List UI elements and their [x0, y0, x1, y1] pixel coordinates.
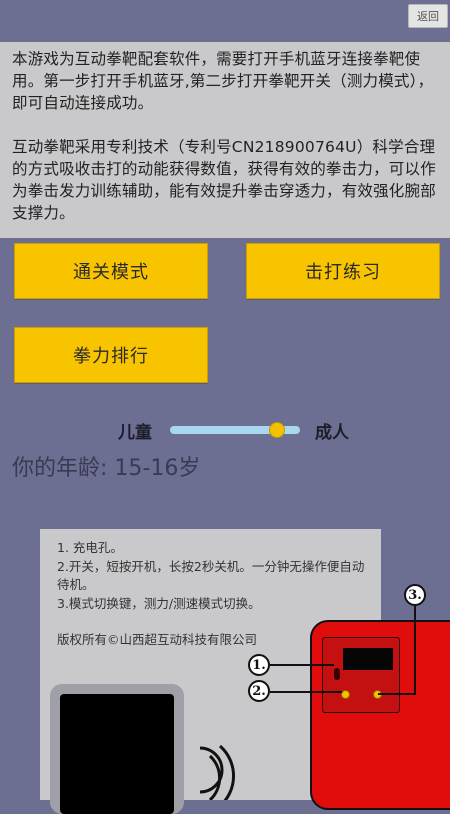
intro-paragraph-connection: 本游戏为互动拳靶配套软件，需要打开手机蓝牙连接拳靶使用。第一步打开手机蓝牙,第二… [12, 50, 434, 112]
callout-3-badge: 3. [404, 584, 426, 606]
intro-paragraph-patent: 互动拳靶采用专利技术（专利号CN218900764U）科学合理的方式吸收击打的动… [12, 138, 436, 222]
callout-line-1 [270, 664, 334, 666]
callout-1-badge: 1. [248, 654, 270, 676]
phone-screen [60, 694, 174, 814]
oled-display-icon [343, 648, 393, 670]
age-slider-thumb[interactable] [268, 422, 285, 438]
callout-line-3b [378, 693, 416, 695]
back-button[interactable]: 返回 [408, 4, 448, 28]
slider-max-label: 成人 [315, 423, 349, 443]
instruction-charging-port: 1. 充电孔。 [57, 540, 123, 555]
instruction-mode-key: 3.模式切换键，测力/测速模式切换。 [57, 595, 261, 611]
slider-min-label: 儿童 [118, 423, 152, 443]
callout-2-badge: 2. [248, 680, 270, 702]
practice-button[interactable]: 击打练习 [246, 243, 440, 299]
age-display: 你的年龄: 15-16岁 [12, 456, 201, 481]
callout-line-2 [270, 691, 342, 693]
power-switch-icon [341, 690, 350, 699]
bluetooth-signal-icon [199, 744, 235, 800]
intro-panel: 本游戏为互动拳靶配套软件，需要打开手机蓝牙连接拳靶使用。第一步打开手机蓝牙,第二… [0, 42, 450, 238]
charging-port-icon [334, 668, 340, 680]
callout-line-3 [414, 606, 416, 694]
level-mode-button[interactable]: 通关模式 [14, 243, 208, 299]
ranking-button[interactable]: 拳力排行 [14, 327, 208, 383]
instruction-power-switch: 2.开关，短按开机，长按2秒关机。一分钟无操作便自动待机。 [57, 558, 365, 593]
